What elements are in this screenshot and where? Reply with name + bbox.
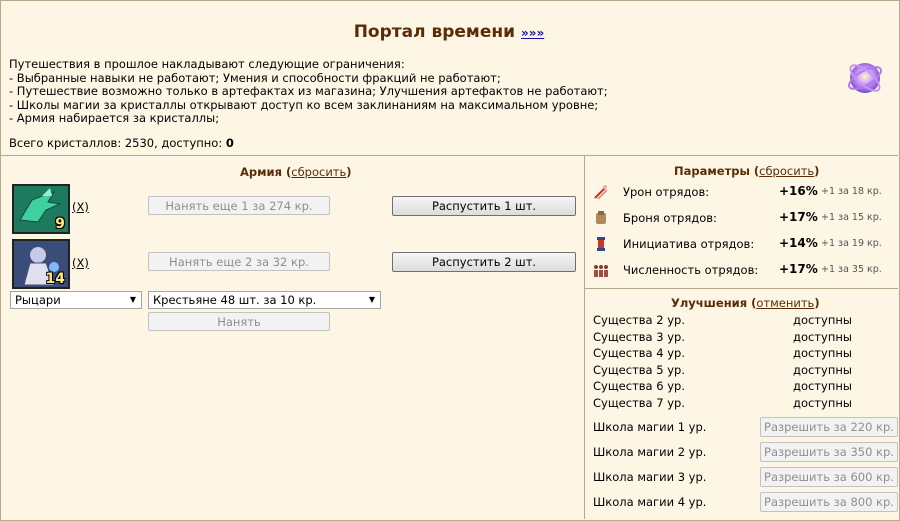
creature-upgrade-row: Существа 3 ур. доступны [593, 330, 893, 346]
creature-upgrade-row: Существа 4 ур. доступны [593, 346, 893, 362]
param-label: Урон отрядов: [623, 185, 710, 199]
params-panel: Параметры (сбросить) Урон отрядов: +16% … [585, 156, 898, 289]
allow-magic-button[interactable]: Разрешить за 800 кр. [760, 492, 898, 512]
param-label: Численность отрядов: [623, 263, 759, 277]
upgrade-label: Существа 3 ур. [593, 330, 685, 344]
army-reset-link[interactable]: сбросить [291, 165, 346, 179]
remove-unit-link[interactable]: (X) [72, 200, 89, 214]
param-row: Броня отрядов: +17% +1 за 15 кр. [593, 208, 893, 228]
page-title: Портал времени »»» [0, 22, 898, 42]
faction-select[interactable]: Рыцари ▼ [10, 291, 142, 309]
portal-orb-icon [848, 63, 882, 93]
army-title-text: Армия [240, 165, 282, 179]
restriction-line: - Путешествие возможно только в артефакт… [9, 84, 608, 99]
dismiss-button[interactable]: Распустить 2 шт. [392, 252, 576, 272]
unit-portrait: 9 [12, 184, 70, 234]
faction-select-value: Рыцари [15, 293, 61, 307]
magic-school-row: Школа магии 4 ур. Разрешить за 800 кр. [593, 492, 898, 512]
hire-more-button[interactable]: Нанять еще 2 за 32 кр. [148, 252, 330, 271]
crystals-available: 0 [225, 136, 234, 150]
upgrade-status: доступны [793, 363, 852, 377]
params-title: Параметры (сбросить) [674, 164, 820, 178]
upgrade-label: Существа 5 ур. [593, 363, 685, 377]
unit-select[interactable]: Крестьяне 48 шт. за 10 кр. ▼ [148, 291, 381, 309]
army-title: Армия (сбросить) [240, 165, 352, 179]
magic-school-row: Школа магии 3 ур. Разрешить за 600 кр. [593, 467, 898, 487]
upgrade-status: доступны [793, 313, 852, 327]
magic-school-label: Школа магии 3 ур. [593, 470, 707, 484]
param-cost-note: +1 за 18 кр. [821, 186, 882, 197]
troop-size-icon [594, 265, 608, 277]
upgrade-status: доступны [793, 330, 852, 344]
param-row: Численность отрядов: +17% +1 за 35 кр. [593, 260, 893, 280]
magic-school-label: Школа магии 2 ур. [593, 445, 707, 459]
restrictions-intro: Путешествия в прошлое накладывают следую… [9, 57, 405, 71]
restriction-line: - Армия набирается за кристаллы; [9, 111, 220, 126]
upgrade-label: Существа 4 ур. [593, 346, 685, 360]
allow-magic-button[interactable]: Разрешить за 220 кр. [760, 417, 898, 437]
upgrade-status: доступны [793, 379, 852, 393]
allow-magic-button[interactable]: Разрешить за 600 кр. [760, 467, 898, 487]
param-value: +17% [779, 210, 818, 224]
param-value: +14% [779, 236, 818, 250]
page-title-text: Портал времени [353, 22, 516, 42]
initiative-icon [597, 237, 605, 251]
title-link[interactable]: »»» [521, 26, 544, 40]
creature-upgrade-row: Существа 7 ур. доступны [593, 396, 893, 412]
param-cost-note: +1 за 35 кр. [821, 264, 882, 275]
restrictions-text: Путешествия в прошлое накладывают следую… [9, 57, 608, 126]
upgrade-status: доступны [793, 396, 852, 410]
magic-school-row: Школа магии 2 ур. Разрешить за 350 кр. [593, 442, 898, 462]
allow-magic-button[interactable]: Разрешить за 350 кр. [760, 442, 898, 462]
unit-portrait: 14 [12, 239, 70, 289]
upgrades-panel: Улучшения (отменить) Существа 2 ур. дост… [585, 289, 898, 519]
param-label: Инициатива отрядов: [623, 237, 755, 251]
restriction-line: - Школы магии за кристаллы открывают дос… [9, 97, 599, 112]
param-label: Броня отрядов: [623, 211, 717, 225]
upgrade-label: Существа 7 ур. [593, 396, 685, 410]
creature-upgrade-row: Существа 6 ур. доступны [593, 379, 893, 395]
magic-school-label: Школа магии 1 ур. [593, 420, 707, 434]
param-value: +16% [779, 184, 818, 198]
damage-icon [594, 185, 608, 200]
upgrade-label: Существа 2 ур. [593, 313, 685, 327]
param-cost-note: +1 за 19 кр. [821, 238, 882, 249]
param-row: Инициатива отрядов: +14% +1 за 19 кр. [593, 234, 893, 254]
upgrade-label: Существа 6 ур. [593, 379, 685, 393]
params-reset-link[interactable]: сбросить [759, 164, 814, 178]
dismiss-button[interactable]: Распустить 1 шт. [392, 196, 576, 216]
chevron-down-icon: ▼ [129, 295, 136, 304]
params-title-text: Параметры [674, 164, 750, 178]
unit-count: 14 [45, 271, 65, 287]
upgrades-title: Улучшения (отменить) [671, 296, 820, 310]
magic-school-row: Школа магии 1 ур. Разрешить за 220 кр. [593, 417, 898, 437]
param-value: +17% [779, 262, 818, 276]
upgrades-title-text: Улучшения [671, 296, 748, 310]
portal-header: Портал времени »»» Путешествия в прошлое … [0, 0, 898, 156]
unit-count: 9 [55, 216, 65, 232]
crystals-total: Всего кристаллов: 2530, доступно: 0 [9, 136, 234, 150]
upgrades-cancel-link[interactable]: отменить [756, 296, 814, 310]
unit-select-value: Крестьяне 48 шт. за 10 кр. [153, 293, 317, 307]
creature-upgrade-row: Существа 2 ур. доступны [593, 313, 893, 329]
restriction-line: - Выбранные навыки не работают; Умения и… [9, 70, 501, 85]
armor-icon [596, 211, 606, 224]
upgrade-status: доступны [793, 346, 852, 360]
creature-upgrade-row: Существа 5 ур. доступны [593, 363, 893, 379]
hire-more-button[interactable]: Нанять еще 1 за 274 кр. [148, 196, 330, 215]
magic-school-label: Школа магии 4 ур. [593, 495, 707, 509]
param-cost-note: +1 за 15 кр. [821, 212, 882, 223]
param-row: Урон отрядов: +16% +1 за 18 кр. [593, 182, 893, 202]
remove-unit-link[interactable]: (X) [72, 256, 89, 270]
hire-button[interactable]: Нанять [148, 312, 330, 331]
chevron-down-icon: ▼ [368, 295, 375, 304]
crystals-label: Всего кристаллов: 2530, доступно: [9, 136, 226, 150]
